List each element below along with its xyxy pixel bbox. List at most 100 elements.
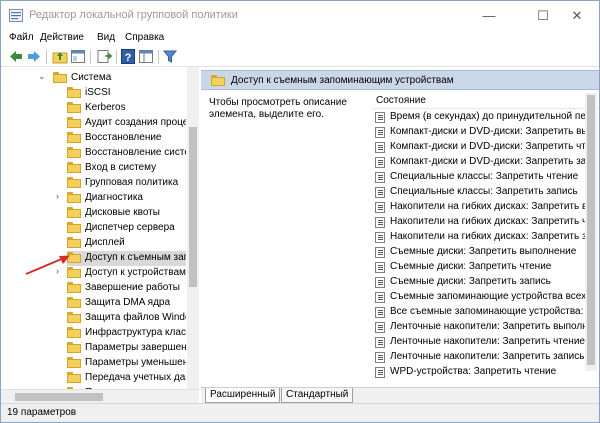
policy-row[interactable]: Съемные диски: Запретить чтение <box>373 260 585 275</box>
column-header-state[interactable]: Состояние <box>373 93 599 109</box>
folder-icon <box>67 327 81 338</box>
policy-row[interactable]: Специальные классы: Запретить запись <box>373 185 585 200</box>
policy-setting-icon <box>375 157 385 168</box>
title-bar: Редактор локальной групповой политики — … <box>1 1 599 30</box>
status-text: 19 параметров <box>7 407 77 418</box>
minimize-button[interactable]: — <box>467 3 511 28</box>
up-folder-icon[interactable] <box>52 49 68 64</box>
tree-item[interactable]: Восстановление <box>1 131 186 146</box>
tree-item[interactable]: Защита DMA ядра <box>1 296 186 311</box>
policy-label: Специальные классы: Запретить запись <box>390 186 578 197</box>
policy-setting-icon <box>375 127 385 138</box>
list-vertical-scrollbar[interactable] <box>585 93 597 371</box>
policy-setting-icon <box>375 292 385 303</box>
policy-row[interactable]: Ленточные накопители: Запретить выполнен <box>373 320 585 335</box>
policy-row[interactable]: Накопители на гибких дисках: Запретить ч… <box>373 215 585 230</box>
tree-item[interactable]: Групповая политика <box>1 176 186 191</box>
policy-setting-icon <box>375 322 385 333</box>
filter-icon[interactable] <box>162 49 178 64</box>
description-text: Чтобы просмотреть описание элемента, выд… <box>209 97 347 120</box>
policy-row[interactable]: Ленточные накопители: Запретить чтение <box>373 335 585 350</box>
tree-item-label: iSCSI <box>85 87 111 98</box>
folder-icon <box>67 312 81 323</box>
properties-icon[interactable] <box>70 49 86 64</box>
policy-row[interactable]: Ленточные накопители: Запретить запись <box>373 350 585 365</box>
policy-setting-icon <box>375 307 385 318</box>
menu-help[interactable]: Справка <box>125 32 164 43</box>
back-icon[interactable] <box>8 49 24 64</box>
tree-item-label: Дисковые квоты <box>85 207 160 218</box>
policy-setting-icon <box>375 247 385 258</box>
scrollbar-thumb[interactable] <box>587 95 595 365</box>
menu-bar: Файл Действие Вид Справка <box>1 30 599 47</box>
scrollbar-thumb[interactable] <box>15 393 103 401</box>
tree-item[interactable]: Диспетчер сервера <box>1 221 186 236</box>
policy-label: Съемные диски: Запретить чтение <box>390 261 552 272</box>
close-button[interactable]: ✕ <box>555 3 599 28</box>
tree-horizontal-scrollbar[interactable] <box>1 389 199 403</box>
tree-item[interactable]: Восстановление систе <box>1 146 186 161</box>
tree-item-label: Параметры завершени <box>85 342 186 353</box>
menu-file[interactable]: Файл <box>9 32 34 43</box>
view-pane-icon[interactable] <box>138 49 154 64</box>
policy-row[interactable]: Компакт-диски и DVD-диски: Запретить вып… <box>373 125 585 140</box>
policy-row[interactable]: Съемные диски: Запретить выполнение <box>373 245 585 260</box>
gpedit-window: Редактор локальной групповой политики — … <box>0 0 600 423</box>
tree-item-label: Групповая политика <box>85 177 179 188</box>
policy-setting-icon <box>375 337 385 348</box>
tree-item[interactable]: Защита файлов Window <box>1 311 186 326</box>
tree-item-label: Завершение работы <box>85 282 180 293</box>
policy-label: Время (в секундах) до принудительной пер… <box>390 111 585 122</box>
policy-setting-icon <box>375 217 385 228</box>
policy-setting-icon <box>375 262 385 273</box>
policy-row[interactable]: Накопители на гибких дисках: Запретить з… <box>373 230 585 245</box>
policy-row[interactable]: Съемные запоминающие устройства всех кл <box>373 290 585 305</box>
policy-row[interactable]: Компакт-диски и DVD-диски: Запретить зап… <box>373 155 585 170</box>
policy-setting-icon <box>375 277 385 288</box>
tree-pane[interactable]: ⌄ Система iSCSI Kerberos Аудит создания пр… <box>1 67 199 403</box>
tree-item[interactable]: Завершение работы <box>1 281 186 296</box>
tree-item-label: Восстановление систе <box>85 147 186 158</box>
tree-item[interactable]: Дисплей <box>1 236 186 251</box>
folder-icon <box>67 282 81 293</box>
tree-item-label: Передача учетных дан <box>85 372 186 383</box>
forward-icon[interactable] <box>26 49 42 64</box>
tree-item-label: Доступ к съемным запо <box>85 252 186 263</box>
tree-item[interactable]: Вход в систему <box>1 161 186 176</box>
tree-item[interactable]: Аудит создания процес <box>1 116 186 131</box>
policy-label: Компакт-диски и DVD-диски: Запретить зап… <box>390 156 585 167</box>
tree-item[interactable]: iSCSI <box>1 86 186 101</box>
tree-item-label: Диспетчер сервера <box>85 222 175 233</box>
details-header-title: Доступ к съемным запоминающим устройства… <box>231 75 454 86</box>
policy-row[interactable]: Все съемные запоминающие устройства: ра <box>373 305 585 320</box>
tree-item[interactable]: Параметры завершени <box>1 341 186 356</box>
help-icon[interactable]: ? <box>120 49 136 64</box>
tree-item-system[interactable]: ⌄ Система <box>1 71 186 86</box>
policy-row[interactable]: Компакт-диски и DVD-диски: Запретить чте… <box>373 140 585 155</box>
export-list-icon[interactable] <box>96 49 112 64</box>
policy-setting-icon <box>375 232 385 243</box>
policy-row[interactable]: Съемные диски: Запретить запись <box>373 275 585 290</box>
menu-view[interactable]: Вид <box>97 32 115 43</box>
tree-item[interactable]: Kerberos <box>1 101 186 116</box>
tab-extended[interactable]: Расширенный <box>205 388 281 403</box>
policy-row[interactable]: Накопители на гибких дисках: Запретить в… <box>373 200 585 215</box>
policy-setting-icon <box>375 112 385 123</box>
chevron-down-icon[interactable]: ⌄ <box>38 71 46 82</box>
policy-row[interactable]: Время (в секундах) до принудительной пер… <box>373 110 585 125</box>
menu-action[interactable]: Действие <box>40 32 84 43</box>
tree-item[interactable]: Инфраструктура класс <box>1 326 186 341</box>
tree-item-label: Аудит создания процес <box>85 117 186 128</box>
tree-item[interactable]: Передача учетных дан <box>1 371 186 386</box>
chevron-right-icon[interactable]: › <box>56 191 64 201</box>
folder-icon <box>67 147 81 158</box>
scrollbar-thumb[interactable] <box>189 127 197 287</box>
tree-item[interactable]: › Диагностика <box>1 191 186 206</box>
tab-standard[interactable]: Стандартный <box>281 388 354 403</box>
policy-row[interactable]: Специальные классы: Запретить чтение <box>373 170 585 185</box>
folder-icon <box>67 297 81 308</box>
tree-item[interactable]: Параметры уменьшени <box>1 356 186 371</box>
tree-vertical-scrollbar[interactable] <box>187 67 199 389</box>
tree-item[interactable]: Дисковые квоты <box>1 206 186 221</box>
policy-row[interactable]: WPD-устройства: Запретить чтение <box>373 365 585 380</box>
